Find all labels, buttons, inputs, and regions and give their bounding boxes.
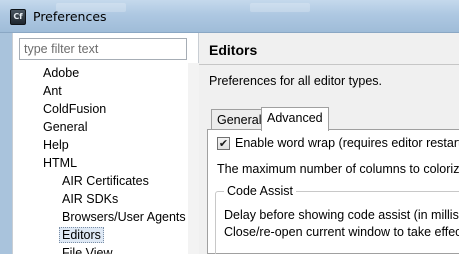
tree-scrollbar[interactable] [188, 63, 199, 254]
code-assist-legend: Code Assist [224, 184, 297, 198]
title-divider [199, 64, 459, 65]
code-assist-delay-text: Delay before showing code assist (in mil… [224, 208, 459, 222]
tree-item-editors[interactable]: Editors [59, 227, 104, 244]
tree-item-browsers-user-agents[interactable]: Browsers/User Agents [62, 209, 186, 226]
coldfusion-builder-icon: Cf [10, 9, 26, 25]
editors-preferences-pane: Editors Preferences for all editor types… [199, 33, 459, 254]
tab-advanced[interactable]: Advanced [261, 107, 329, 131]
titlebar-reflection [250, 3, 310, 12]
page-title: Editors [209, 42, 258, 58]
tree-item-air-certificates[interactable]: AIR Certificates [62, 173, 149, 190]
preferences-tree-pane: Adobe Ant ColdFusion General Help HTML A… [12, 33, 199, 254]
tree-item-coldfusion[interactable]: ColdFusion [43, 101, 106, 118]
word-wrap-label: Enable word wrap (requires editor restar… [235, 136, 459, 150]
code-assist-reopen-text: Close/re-open current window to take eff… [224, 225, 459, 239]
tree-item-label: Help [43, 138, 69, 152]
tree-item-label: Ant [43, 84, 62, 98]
page-description: Preferences for all editor types. [209, 74, 382, 88]
tree-item-air-sdks[interactable]: AIR SDKs [62, 191, 118, 208]
tree-item-label: Adobe [43, 66, 80, 80]
tree-item-label: AIR Certificates [62, 174, 149, 188]
tree-item-label: File View [62, 246, 113, 254]
word-wrap-checkbox[interactable]: ✔ [217, 137, 230, 150]
tree-item-label: HTML [43, 156, 78, 170]
max-columns-label: The maximum number of columns to coloriz… [217, 162, 459, 176]
tree-item-html[interactable]: HTML [43, 155, 77, 172]
tree-item-adobe[interactable]: Adobe [43, 65, 79, 82]
filter-input[interactable] [19, 38, 187, 60]
tree-item-label: ColdFusion [43, 102, 107, 116]
tree-item-help[interactable]: Help [43, 137, 69, 154]
tree-item-file-view[interactable]: File View [62, 245, 112, 254]
checkmark-icon: ✔ [218, 137, 229, 150]
tree-item-label: Browsers/User Agents [62, 210, 186, 224]
tree-item-general[interactable]: General [43, 119, 87, 136]
window-title: Preferences [33, 9, 107, 24]
tab-general[interactable]: General [211, 109, 268, 131]
tree-item-label: General [43, 120, 88, 134]
advanced-tab-panel: ✔ Enable word wrap (requires editor rest… [207, 129, 459, 254]
tree-item-ant[interactable]: Ant [43, 83, 62, 100]
tree-item-label: Editors [59, 227, 104, 243]
code-assist-group [215, 191, 459, 254]
tree-item-label: AIR SDKs [62, 192, 119, 206]
window-titlebar[interactable]: Cf Preferences [0, 0, 459, 33]
